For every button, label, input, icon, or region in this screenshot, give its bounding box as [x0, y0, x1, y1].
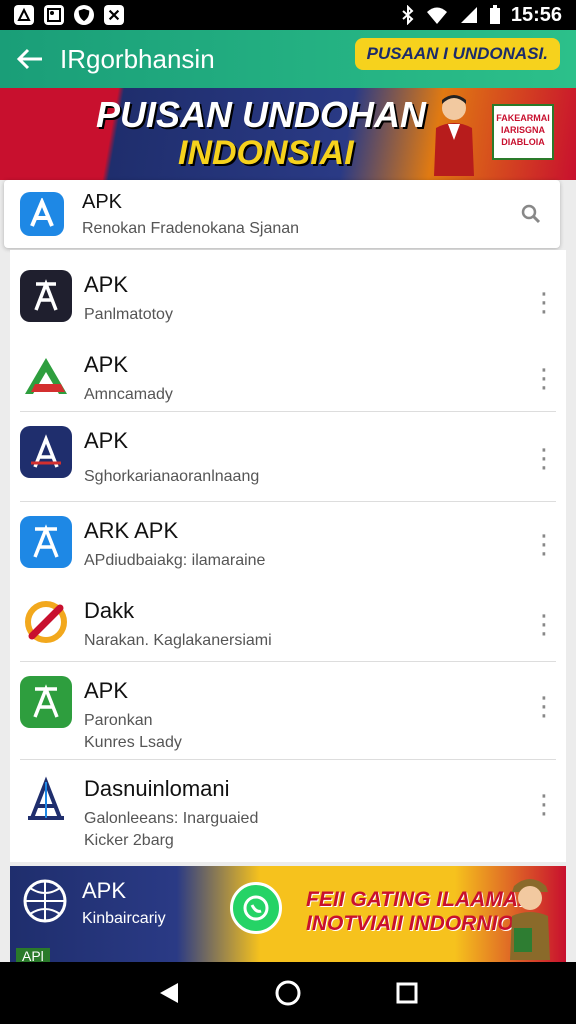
app-list: APK Panlmatotoy ⋮ APK Amncamady ⋮ APK Sg… [10, 250, 566, 862]
banner-promo-line1: FEII GATING ILAAMAI [306, 888, 524, 911]
list-item-text: Dakk Narakan. Kaglakanersiami [84, 582, 566, 650]
list-item[interactable]: APK Panlmatotoy ⋮ [10, 256, 566, 336]
list-item[interactable]: APK Amncamady ⋮ [10, 336, 566, 412]
apk-green-red-icon [20, 350, 72, 402]
app-title: Dasnuinlomani [84, 776, 230, 801]
apk-green-icon [20, 676, 72, 728]
app-title: Dakk [84, 598, 135, 623]
list-item-text: APK Panlmatotoy [84, 256, 566, 324]
app-subtitle-secondary: Kunres Lsady [84, 734, 182, 751]
app-subtitle-secondary: Kicker 2barg [84, 832, 174, 849]
more-options-icon[interactable]: ⋮ [531, 606, 557, 642]
app-subtitle: Amncamady [84, 386, 173, 403]
hero-banner[interactable]: PUISAN UNDOHAN INDONSIAI FAKEARMAI IARIS… [0, 88, 576, 180]
banner-tag: APl [16, 948, 50, 962]
app-subtitle: Narakan. Kaglakanersiami [84, 632, 272, 649]
app-subtitle: Sghorkarianaoranlnaang [84, 468, 260, 485]
list-item-text: APK Sghorkarianaoranlnaang [84, 412, 566, 486]
status-bar-left [14, 5, 124, 25]
app-title: APK [84, 272, 129, 297]
more-options-icon[interactable]: ⋮ [531, 284, 557, 320]
banner-subtitle: Kinbaircariy [82, 910, 166, 927]
apk-blue-icon [20, 192, 64, 236]
search-card[interactable]: APK Renokan Fradenokana Sjanan [4, 180, 560, 248]
list-item[interactable]: APK Paronkan Kunres Lsady ⋮ [10, 662, 566, 760]
person-illustration-icon [510, 879, 550, 960]
circle-home-icon [275, 980, 301, 1006]
triangle-back-icon [160, 983, 179, 1003]
recents-nav-button[interactable] [387, 973, 427, 1013]
home-nav-button[interactable] [268, 973, 308, 1013]
image-icon [44, 5, 64, 25]
search-subtitle: Renokan Fradenokana Sjanan [82, 219, 300, 237]
list-item[interactable]: APK Sghorkarianaoranlnaang ⋮ [10, 412, 566, 502]
list-item-text: ARK APK APdiudbaiakg: ilamaraine [84, 502, 566, 570]
app-subtitle: APdiudbaiakg: ilamaraine [84, 552, 266, 569]
person-illustration-icon [434, 95, 474, 176]
app-subtitle: Galonleeans: Inarguaied [84, 810, 259, 827]
hero-subheadline: INDONSIAI [178, 134, 354, 172]
back-nav-button[interactable] [149, 973, 189, 1013]
app-subtitle: Paronkan [84, 712, 153, 729]
search-title: APK [82, 190, 123, 213]
more-options-icon[interactable]: ⋮ [531, 526, 557, 562]
list-item-text: APK Amncamady [84, 336, 566, 404]
search-text: APK Renokan Fradenokana Sjanan [82, 191, 518, 238]
search-icon[interactable] [518, 201, 544, 227]
list-item[interactable]: Dakk Narakan. Kaglakanersiami ⋮ [10, 582, 566, 662]
apk-dark-icon [20, 270, 72, 322]
bottom-promo-banner[interactable]: APK Kinbaircariy APl FEII GATING ILAAMAI… [10, 866, 566, 962]
list-item-text: APK Paronkan Kunres Lsady [84, 662, 566, 752]
hero-headline: PUISAN UNDOHAN [96, 94, 427, 135]
square-recents-icon [396, 982, 418, 1004]
list-item[interactable]: ARK APK APdiudbaiakg: ilamaraine ⋮ [10, 502, 566, 582]
apk-outline-icon [20, 774, 72, 826]
more-options-icon[interactable]: ⋮ [531, 440, 557, 476]
back-button[interactable] [0, 30, 60, 88]
status-bar: 15:56 [0, 0, 576, 30]
navigation-bar [0, 962, 576, 1024]
more-options-icon[interactable]: ⋮ [531, 688, 557, 724]
app-subtitle: Panlmatotoy [84, 306, 173, 323]
apk-blue-icon [20, 516, 72, 568]
bluetooth-icon [402, 5, 414, 25]
status-time: 15:56 [510, 3, 562, 26]
check-icon [104, 5, 124, 25]
status-bar-right: 15:56 [401, 4, 562, 27]
dakk-icon [20, 596, 72, 648]
app-title: APK [84, 678, 129, 703]
more-options-icon[interactable]: ⋮ [531, 360, 557, 396]
apk-navy-icon [20, 426, 72, 478]
globe-icon [23, 879, 67, 923]
notification-icon [14, 5, 34, 25]
arrow-left-icon [16, 48, 42, 70]
app-title: ARK APK [84, 518, 179, 543]
banner-promo-text: FEII GATING ILAAMAI INOTVIAII INDORNIO [306, 888, 524, 936]
wifi-icon [426, 7, 447, 24]
banner-title: APK [82, 878, 127, 903]
whatsapp-icon[interactable] [230, 882, 282, 934]
list-item-text: Dasnuinlomani Galonleeans: Inarguaied Ki… [84, 760, 566, 850]
battery-icon [489, 5, 500, 24]
list-item[interactable]: Dasnuinlomani Galonleeans: Inarguaied Ki… [10, 760, 566, 860]
banner-promo-line2: INOTVIAII INDORNIO [306, 912, 514, 935]
more-options-icon[interactable]: ⋮ [531, 786, 557, 822]
shield-icon [74, 5, 94, 25]
signal-icon [460, 7, 477, 23]
app-title: APK [84, 352, 129, 377]
promo-badge[interactable]: PUSAAN I UNDONASI. [354, 38, 560, 70]
app-bar: IRgorbhansin PUSAAN I UNDONASI. [0, 30, 576, 88]
hero-side-poster: FAKEARMAI IARISGNA DIABLOIA [492, 104, 554, 160]
app-title: APK [84, 428, 129, 453]
